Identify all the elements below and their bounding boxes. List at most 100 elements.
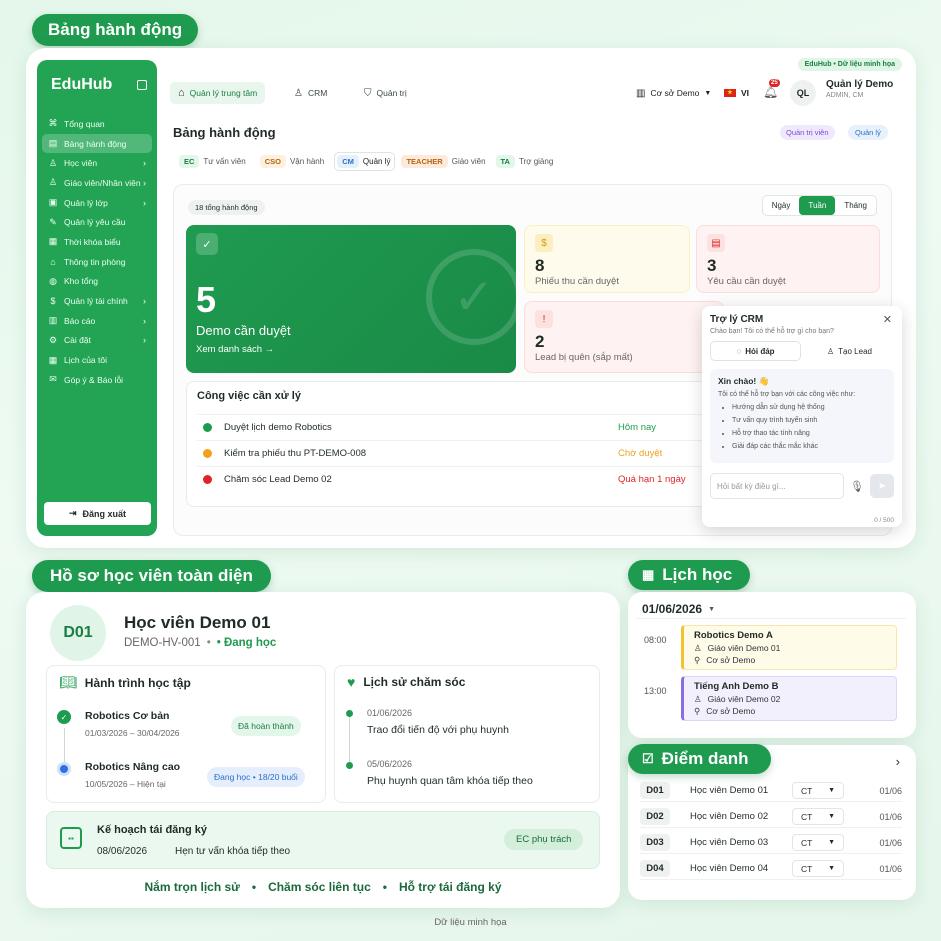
document-icon: ▤ xyxy=(707,234,725,252)
course-dates: 10/05/2026 – Hiện tại xyxy=(85,779,166,789)
assistant-title: Trợ lý CRM xyxy=(710,314,764,325)
tab-admin[interactable]: ⛉ Quản trị xyxy=(364,82,407,104)
period-month[interactable]: Tháng xyxy=(835,196,876,215)
user-icon: ♙ xyxy=(294,87,303,99)
class-block[interactable]: Robotics Demo A ♙ Giáo viên Demo 01 ⚲ Cơ s… xyxy=(681,625,897,670)
sidebar-item-label: Thông tin phòng xyxy=(64,256,126,267)
collapse-sidebar-icon[interactable] xyxy=(137,80,147,90)
tab-label: Hỏi đáp xyxy=(745,346,775,356)
task-row[interactable]: Chăm sóc Lead Demo 02 Quá hạn 1 ngày xyxy=(197,466,715,492)
tab-label: Quản lý trung tâm xyxy=(189,88,258,98)
student-id-badge: D02 xyxy=(640,808,670,825)
sidebar-item-label: Giáo viên/Nhân viên xyxy=(64,177,141,188)
sidebar-item[interactable]: ◍ Kho tổng xyxy=(42,272,152,292)
building-icon: ▥ xyxy=(636,87,646,99)
tab-qa[interactable]: ◌ Hỏi đáp xyxy=(710,341,801,361)
profile-footer: Nắm trọn lịch sử • Chăm sóc liên tục • Hỗ … xyxy=(26,880,620,894)
role-ec[interactable]: EC Tư vấn viên xyxy=(179,155,254,168)
role-cm[interactable]: CM Quản lý xyxy=(334,152,396,171)
time-label: 08:00 xyxy=(644,635,667,645)
sidebar-item-label: Lịch của tôi xyxy=(64,355,107,366)
sidebar-item[interactable]: ✎ Quản lý yêu cầu xyxy=(42,212,152,232)
role-cso[interactable]: CSO Vận hành xyxy=(259,155,329,168)
tab-center-management[interactable]: ⌂ Quản lý trung tâm xyxy=(170,82,266,104)
app-logo: EduHub xyxy=(51,76,113,93)
attendance-row: D03 Học viên Demo 03 CT ▼ 01/06 xyxy=(640,832,902,854)
care-date: 01/06/2026 xyxy=(367,708,413,718)
schedule-date-select[interactable]: 01/06/2026 ▼ xyxy=(642,602,715,616)
sidebar-icon: ✉ xyxy=(49,374,57,385)
sidebar-item[interactable]: ▣ Quản lý lớp › xyxy=(42,193,152,213)
task-status: Quá hạn 1 ngày xyxy=(618,474,686,485)
send-button[interactable]: ➤ xyxy=(870,474,894,498)
location-icon: ⚲ xyxy=(694,655,701,665)
assistant-input[interactable]: Hỏi bất kỳ điều gì... xyxy=(710,473,845,499)
status-badge: • Đang học xyxy=(216,637,277,649)
chevron-right-icon: › xyxy=(143,335,146,346)
chevron-right-icon: › xyxy=(143,296,146,307)
sidebar-item[interactable]: $ Quản lý tài chính › xyxy=(42,291,152,311)
attendance-select[interactable]: CT ▼ xyxy=(792,834,844,851)
tab-crm[interactable]: ♙ CRM xyxy=(294,82,327,104)
bullet: • xyxy=(382,880,387,894)
task-row[interactable]: Duyệt lịch demo Robotics Hôm nay xyxy=(197,414,715,440)
tab-create-lead[interactable]: ♙ Tạo Lead xyxy=(805,341,894,361)
attendance-select[interactable]: CT ▼ xyxy=(792,808,844,825)
sidebar-item[interactable]: ⚙ Cài đặt › xyxy=(42,331,152,351)
in-progress-dot-icon xyxy=(57,762,71,776)
student-name: Học viên Demo 01 xyxy=(124,613,271,632)
footer-item: Hỗ trợ tái đăng ký xyxy=(398,880,502,894)
sidebar-item[interactable]: ▦ Thời khóa biểu xyxy=(42,232,152,252)
avatar[interactable]: QL xyxy=(790,80,816,106)
stat-forgotten-leads[interactable]: ! 2 Lead bị quên (sắp mất) xyxy=(524,301,724,373)
student-code: DEMO-HV-001 xyxy=(124,637,201,649)
notification-bell[interactable]: 🔔︎ 25 xyxy=(763,79,780,99)
period-day[interactable]: Ngày xyxy=(763,196,800,215)
close-icon[interactable]: ✕ xyxy=(883,313,892,326)
attendance-select[interactable]: CT ▼ xyxy=(792,782,844,799)
attendance-date: 01/06 xyxy=(879,785,902,796)
role-label: Tư vấn viên xyxy=(203,157,246,166)
sidebar-item[interactable]: ▦ Lịch của tôi xyxy=(42,350,152,370)
section-title-profile: Hồ sơ học viên toàn diện xyxy=(32,560,271,592)
task-row[interactable]: Kiểm tra phiếu thu PT-DEMO-008 Chờ duyệt xyxy=(197,440,715,466)
microphone-icon[interactable]: 🎙︎ xyxy=(850,480,864,493)
sidebar-item-label: Quản lý tài chính xyxy=(64,296,128,307)
chevron-down-icon: ▼ xyxy=(828,839,835,846)
sidebar-item[interactable]: ▤ Bảng hành động xyxy=(42,133,152,154)
class-block[interactable]: Tiếng Anh Demo B ♙ Giáo viên Demo 02 ⚲ Cơ … xyxy=(681,676,897,721)
sidebar-item[interactable]: ♙ Học viên › xyxy=(42,153,152,173)
sidebar-icon: ♙ xyxy=(48,177,58,188)
reenroll-plan-card: ▪▪ Kế hoạch tái đăng ký 08/06/2026 Hẹn t… xyxy=(46,811,600,869)
help-topic: Hỗ trợ thao tác tính năng xyxy=(732,427,886,440)
task-status: Hôm nay xyxy=(618,422,657,433)
view-list-link[interactable]: Xem danh sách → xyxy=(196,344,506,355)
attendance-date: 01/06 xyxy=(879,837,902,848)
stat-value: 8 xyxy=(535,256,545,275)
role-chip-admin: Quản trị viên xyxy=(780,125,835,140)
sidebar-item[interactable]: ♙ Giáo viên/Nhân viên › xyxy=(42,173,152,193)
stat-receipts[interactable]: $ 8 Phiếu thu cần duyệt xyxy=(524,225,690,293)
reenroll-title: Kế hoạch tái đăng ký xyxy=(97,824,208,836)
attendance-select[interactable]: CT ▼ xyxy=(792,860,844,877)
stat-label: Lead bị quên (sắp mất) xyxy=(535,352,633,363)
language-select[interactable]: ★ VI xyxy=(724,82,749,104)
task-text: Chăm sóc Lead Demo 02 xyxy=(224,474,332,485)
check-icon: ✓ xyxy=(196,233,218,255)
period-week[interactable]: Tuần xyxy=(799,196,836,215)
sidebar-item[interactable]: ▥ Báo cáo › xyxy=(42,311,152,331)
task-status: Chờ duyệt xyxy=(618,448,663,459)
sidebar-item[interactable]: ⌘ Tổng quan xyxy=(42,114,152,134)
tasks-title: Công việc cần xử lý xyxy=(197,390,301,402)
sidebar-item[interactable]: ✉ Góp ý & Báo lỗi xyxy=(42,370,152,390)
shield-icon: ⛉ xyxy=(364,87,372,99)
branch-select[interactable]: ▥ Cơ sở Demo ▼ xyxy=(636,82,711,104)
sidebar-item[interactable]: ⌂ Thông tin phòng xyxy=(42,252,152,272)
heart-icon: ♥ xyxy=(347,674,356,690)
role-teacher[interactable]: TEACHER Giáo viên xyxy=(401,155,489,168)
stat-requests[interactable]: ▤ 3 Yêu cầu cần duyệt xyxy=(696,225,880,293)
stat-demo-approval[interactable]: ✓ ✓ 5 Demo cần duyệt Xem danh sách → xyxy=(186,225,516,373)
logout-button[interactable]: ⇥ Đăng xuất xyxy=(44,502,151,525)
chevron-right-icon[interactable]: › xyxy=(896,754,900,769)
role-ta[interactable]: TA Trợ giảng xyxy=(495,155,553,168)
